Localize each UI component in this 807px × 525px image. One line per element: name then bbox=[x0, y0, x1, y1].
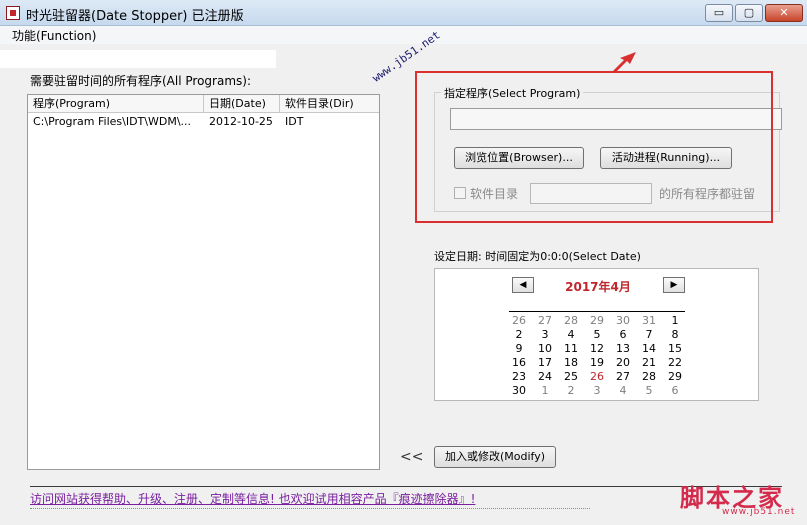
month-calendar[interactable]: ◀ 2017年4月 ▶ 26 27 28 29 30 31 1 2 3 4 5 6 7 8 9 10 11 12 1… bbox=[434, 268, 759, 401]
collapse-button[interactable]: << bbox=[400, 449, 423, 465]
calendar-day[interactable]: 25 bbox=[558, 370, 584, 384]
column-header-program[interactable]: 程序(Program) bbox=[28, 95, 204, 113]
site-url: www.jb51.net bbox=[722, 507, 796, 517]
calendar-day[interactable]: 23 bbox=[506, 370, 532, 384]
calendar-day[interactable]: 2 bbox=[558, 384, 584, 398]
calendar-day[interactable]: 12 bbox=[584, 342, 610, 356]
column-header-dir[interactable]: 软件目录(Dir) bbox=[280, 95, 379, 113]
calendar-day[interactable]: 27 bbox=[610, 370, 636, 384]
calendar-day[interactable]: 4 bbox=[610, 384, 636, 398]
calendar-day[interactable]: 6 bbox=[662, 384, 688, 398]
calendar-day[interactable]: 1 bbox=[662, 314, 688, 328]
calendar-day[interactable]: 30 bbox=[610, 314, 636, 328]
calendar-day[interactable]: 26 bbox=[584, 370, 610, 384]
close-button[interactable]: ✕ bbox=[765, 4, 803, 22]
calendar-day[interactable]: 9 bbox=[506, 342, 532, 356]
calendar-day[interactable]: 26 bbox=[506, 314, 532, 328]
calendar-day[interactable]: 2 bbox=[506, 328, 532, 342]
calendar-day[interactable]: 28 bbox=[558, 314, 584, 328]
calendar-day[interactable]: 3 bbox=[532, 328, 558, 342]
window-title: 时光驻留器(Date Stopper) 已注册版 bbox=[26, 9, 244, 24]
red-highlight-box bbox=[415, 71, 773, 223]
calendar-day[interactable]: 13 bbox=[610, 342, 636, 356]
calendar-day[interactable]: 11 bbox=[558, 342, 584, 356]
calendar-day[interactable]: 27 bbox=[532, 314, 558, 328]
calendar-day[interactable]: 1 bbox=[532, 384, 558, 398]
select-date-label: 设定日期: 时间固定为0:0:0(Select Date) bbox=[434, 250, 641, 263]
promo-link[interactable]: 访问网站获得帮助、升级、注册、定制等信息! 也欢迎试用相容产品『痕迹擦除器』! bbox=[30, 490, 475, 507]
calendar-day[interactable]: 18 bbox=[558, 356, 584, 370]
calendar-day[interactable]: 14 bbox=[636, 342, 662, 356]
calendar-day[interactable]: 4 bbox=[558, 328, 584, 342]
app-icon bbox=[6, 6, 20, 20]
maximize-button[interactable]: ▢ bbox=[735, 4, 763, 22]
calendar-prev-button[interactable]: ◀ bbox=[512, 277, 534, 293]
calendar-day[interactable]: 29 bbox=[584, 314, 610, 328]
calendar-month-title: 2017年4月 bbox=[565, 280, 631, 294]
calendar-day[interactable]: 24 bbox=[532, 370, 558, 384]
list-item[interactable]: C:\Program Files\IDT\WDM\... 2012-10-25 ID… bbox=[28, 114, 379, 130]
blank-strip bbox=[0, 50, 276, 68]
minimize-button[interactable]: ▭ bbox=[705, 4, 733, 22]
cell-program: C:\Program Files\IDT\WDM\... bbox=[33, 115, 192, 128]
modify-button[interactable]: 加入或修改(Modify) bbox=[434, 446, 556, 468]
cell-dir: IDT bbox=[285, 115, 304, 128]
calendar-day[interactable]: 16 bbox=[506, 356, 532, 370]
list-header: 程序(Program) 日期(Date) 软件目录(Dir) bbox=[28, 95, 379, 113]
title-bar: 时光驻留器(Date Stopper) 已注册版 ▭ ▢ ✕ bbox=[0, 0, 807, 26]
calendar-day[interactable]: 3 bbox=[584, 384, 610, 398]
calendar-day[interactable]: 8 bbox=[662, 328, 688, 342]
calendar-day[interactable]: 22 bbox=[662, 356, 688, 370]
column-header-date[interactable]: 日期(Date) bbox=[204, 95, 280, 113]
calendar-day[interactable]: 5 bbox=[636, 384, 662, 398]
calendar-day[interactable]: 31 bbox=[636, 314, 662, 328]
calendar-day[interactable]: 7 bbox=[636, 328, 662, 342]
calendar-day[interactable]: 29 bbox=[662, 370, 688, 384]
calendar-day[interactable]: 10 bbox=[532, 342, 558, 356]
calendar-day[interactable]: 6 bbox=[610, 328, 636, 342]
program-list[interactable]: 程序(Program) 日期(Date) 软件目录(Dir) C:\Progra… bbox=[27, 94, 380, 470]
footer-divider bbox=[30, 486, 782, 487]
cell-date: 2012-10-25 bbox=[209, 115, 273, 128]
calendar-day[interactable]: 19 bbox=[584, 356, 610, 370]
calendar-day[interactable]: 17 bbox=[532, 356, 558, 370]
menu-bar: 功能(Function) bbox=[0, 26, 807, 44]
calendar-day[interactable]: 21 bbox=[636, 356, 662, 370]
calendar-day[interactable]: 20 bbox=[610, 356, 636, 370]
all-programs-label: 需要驻留时间的所有程序(All Programs): bbox=[30, 74, 251, 88]
calendar-day[interactable]: 28 bbox=[636, 370, 662, 384]
promo-underline bbox=[30, 508, 590, 509]
calendar-day[interactable]: 5 bbox=[584, 328, 610, 342]
calendar-divider bbox=[509, 311, 685, 312]
menu-function[interactable]: 功能(Function) bbox=[12, 27, 96, 44]
calendar-day[interactable]: 15 bbox=[662, 342, 688, 356]
calendar-day[interactable]: 30 bbox=[506, 384, 532, 398]
calendar-next-button[interactable]: ▶ bbox=[663, 277, 685, 293]
